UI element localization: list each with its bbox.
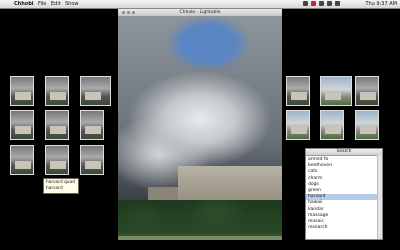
thumbnail[interactable] — [45, 110, 69, 140]
close-window-button[interactable] — [122, 11, 125, 14]
thumbnail[interactable] — [286, 110, 310, 140]
search-panel-title[interactable]: Search — [306, 149, 382, 156]
tag-list: armed fo beethoven cats charm dogs green… — [306, 156, 382, 231]
thumbnail[interactable] — [10, 145, 34, 175]
thumbnail[interactable] — [45, 76, 69, 106]
thumbnail[interactable] — [286, 76, 310, 106]
thumbnail[interactable] — [320, 76, 352, 106]
window-titlebar[interactable]: Chhobi - Lightable — [118, 9, 282, 16]
minimize-window-button[interactable] — [127, 11, 130, 14]
thumbnail[interactable] — [355, 110, 379, 140]
tooltip-line: harvard quad — [46, 180, 75, 185]
main-photo[interactable] — [118, 16, 282, 245]
thumbnail[interactable] — [80, 145, 104, 175]
tag-item[interactable]: research — [306, 225, 382, 231]
menu-app-name[interactable]: Chhobi — [14, 0, 34, 8]
thumbnail-tooltip: harvard quad harvard — [43, 178, 79, 194]
thumbnail[interactable] — [320, 110, 344, 140]
thumbnail[interactable] — [355, 76, 379, 106]
notification-icon[interactable] — [311, 1, 316, 6]
menu-show[interactable]: Show — [65, 0, 79, 8]
tooltip-line: harvard — [46, 185, 63, 191]
menu-extra-icon[interactable] — [303, 1, 308, 6]
battery-icon[interactable] — [335, 1, 340, 6]
menu-bar: Chhobi File Edit Show Thu 9:37 AM — [0, 0, 400, 9]
dock-area — [0, 240, 400, 250]
wifi-icon[interactable] — [319, 1, 324, 6]
thumbnail[interactable] — [10, 76, 34, 106]
thumbnail[interactable] — [80, 110, 104, 140]
menu-edit[interactable]: Edit — [51, 0, 61, 8]
menu-file[interactable]: File — [38, 0, 46, 8]
zoom-window-button[interactable] — [132, 11, 135, 14]
thumbnail[interactable] — [10, 110, 34, 140]
panel-scrollbar[interactable] — [377, 155, 382, 239]
window-title: Chhobi - Lightable — [179, 10, 221, 15]
thumbnail[interactable] — [45, 145, 69, 175]
window-controls — [122, 11, 135, 14]
search-panel: Search armed fo beethoven cats charm dog… — [305, 148, 383, 240]
thumbnail[interactable] — [80, 76, 111, 106]
menubar-clock[interactable]: Thu 9:37 AM — [365, 0, 397, 8]
status-icons — [303, 1, 340, 7]
volume-icon[interactable] — [327, 1, 332, 6]
